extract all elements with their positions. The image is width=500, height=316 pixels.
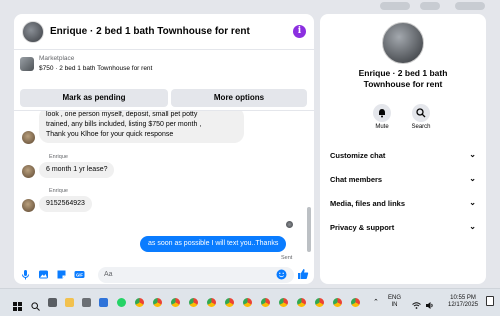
microphone-icon[interactable] xyxy=(20,269,31,280)
chat-panel: Enrique · 2 bed 1 bath Townhouse for ren… xyxy=(14,14,314,284)
menu-label: Chat members xyxy=(330,175,383,184)
chevron-down-icon: ⌄ xyxy=(469,198,476,207)
chevron-down-icon: ⌄ xyxy=(469,150,476,159)
menu-label: Media, files and links xyxy=(330,199,406,208)
search-label: Search xyxy=(411,124,431,130)
whatsapp-icon[interactable] xyxy=(117,298,126,307)
conversation-info-panel: Enrique · 2 bed 1 bath Townhouse for ren… xyxy=(320,14,486,284)
notification-icon[interactable] xyxy=(486,296,494,306)
sent-status: Sent xyxy=(281,255,293,261)
chrome-icon[interactable] xyxy=(351,298,360,307)
emoji-icon[interactable] xyxy=(276,269,287,280)
chat-header: Enrique · 2 bed 1 bath Townhouse for ren… xyxy=(14,14,314,50)
listing-thumbnail[interactable] xyxy=(20,57,34,71)
sender-avatar[interactable] xyxy=(22,199,35,212)
marketplace-listing: Marketplace $750 · 2 bed 1 bath Townhous… xyxy=(14,51,314,111)
chrome-icon[interactable] xyxy=(207,298,216,307)
windows-start-icon[interactable] xyxy=(13,298,22,311)
info-icon[interactable]: i xyxy=(293,25,306,38)
message-bubble: 9152564923 xyxy=(39,196,92,212)
sender-avatar[interactable] xyxy=(22,131,35,144)
menu-label: Privacy & support xyxy=(330,223,395,232)
search-button[interactable]: Search xyxy=(406,104,436,130)
chevron-up-icon[interactable]: ⌃ xyxy=(373,298,379,306)
avatar[interactable] xyxy=(22,20,44,43)
language-code: ENG xyxy=(388,295,402,301)
chrome-icon[interactable] xyxy=(153,298,162,307)
search-icon xyxy=(412,104,430,122)
chrome-icon[interactable] xyxy=(225,298,234,307)
sender-name: Enrique xyxy=(49,154,68,160)
chrome-icon[interactable] xyxy=(243,298,252,307)
profile-avatar[interactable] xyxy=(382,22,424,64)
menu-privacy-support[interactable]: Privacy & support ⌄ xyxy=(330,222,476,232)
wifi-icon[interactable] xyxy=(412,297,421,315)
chrome-icon[interactable] xyxy=(189,298,198,307)
date: 12/17/2025 xyxy=(448,302,479,308)
sticker-icon[interactable] xyxy=(56,269,67,280)
outgoing-message-bubble: as soon as possible I will text you..Tha… xyxy=(140,236,287,252)
chevron-down-icon: ⌄ xyxy=(469,222,476,231)
scrollbar[interactable] xyxy=(307,207,311,252)
top-strip xyxy=(0,0,500,14)
chrome-icon[interactable] xyxy=(315,298,324,307)
menu-chat-members[interactable]: Chat members ⌄ xyxy=(330,174,476,184)
chrome-icon[interactable] xyxy=(333,298,342,307)
composer: GIF Aa xyxy=(14,266,314,284)
gif-icon[interactable]: GIF xyxy=(74,269,85,280)
app-icon[interactable] xyxy=(99,298,108,307)
thumbs-up-icon[interactable] xyxy=(297,268,309,279)
chat-title[interactable]: Enrique · 2 bed 1 bath Townhouse for ren… xyxy=(50,26,250,37)
language-indicator[interactable]: ENG IN xyxy=(388,295,401,309)
message-list: look , one person myself, deposit, small… xyxy=(14,111,314,264)
chevron-down-icon: ⌄ xyxy=(469,174,476,183)
chrome-icon[interactable] xyxy=(297,298,306,307)
message-text: Thank you Klhoe for your quick response xyxy=(46,131,174,138)
menu-media-files-links[interactable]: Media, files and links ⌄ xyxy=(330,198,476,208)
menu-customize-chat[interactable]: Customize chat ⌄ xyxy=(330,150,476,160)
more-options-button[interactable]: More options xyxy=(171,89,307,107)
taskbar: ⌃ ENG IN 10:55 PM 12/17/2025 xyxy=(0,288,500,316)
message-text: trained, any bills included, listing $75… xyxy=(46,121,202,128)
conversation-title: Enrique · 2 bed 1 bath Townhouse for ren… xyxy=(358,68,448,89)
chrome-icon[interactable] xyxy=(135,298,144,307)
sender-avatar[interactable] xyxy=(22,165,35,178)
message-text: look , one person myself, deposit, small… xyxy=(46,111,198,118)
chrome-icon[interactable] xyxy=(279,298,288,307)
menu-label: Customize chat xyxy=(330,151,386,160)
file-explorer-icon[interactable] xyxy=(65,298,74,307)
sender-name: Enrique xyxy=(49,188,68,194)
app-icon[interactable] xyxy=(82,298,91,307)
search-icon[interactable] xyxy=(31,298,40,311)
keyboard-region: IN xyxy=(391,302,398,308)
volume-icon[interactable] xyxy=(425,297,434,315)
message-input[interactable]: Aa xyxy=(98,267,294,283)
seen-avatar xyxy=(286,221,293,228)
svg-text:GIF: GIF xyxy=(76,272,83,277)
bell-icon xyxy=(373,104,391,122)
task-view-icon[interactable] xyxy=(48,298,57,307)
chrome-icon[interactable] xyxy=(261,298,270,307)
mute-button[interactable]: Mute xyxy=(367,104,397,130)
listing-title[interactable]: $750 · 2 bed 1 bath Townhouse for rent xyxy=(39,65,152,72)
mute-label: Mute xyxy=(375,124,389,130)
time: 10:55 PM xyxy=(450,295,476,301)
mark-as-pending-button[interactable]: Mark as pending xyxy=(20,89,168,107)
message-bubble: look , one person myself, deposit, small… xyxy=(39,111,244,143)
chrome-icon[interactable] xyxy=(171,298,180,307)
clock[interactable]: 10:55 PM 12/17/2025 xyxy=(448,295,478,309)
message-bubble: 6 month 1 yr lease? xyxy=(39,162,115,178)
marketplace-label: Marketplace xyxy=(39,55,75,62)
photo-icon[interactable] xyxy=(38,269,49,280)
